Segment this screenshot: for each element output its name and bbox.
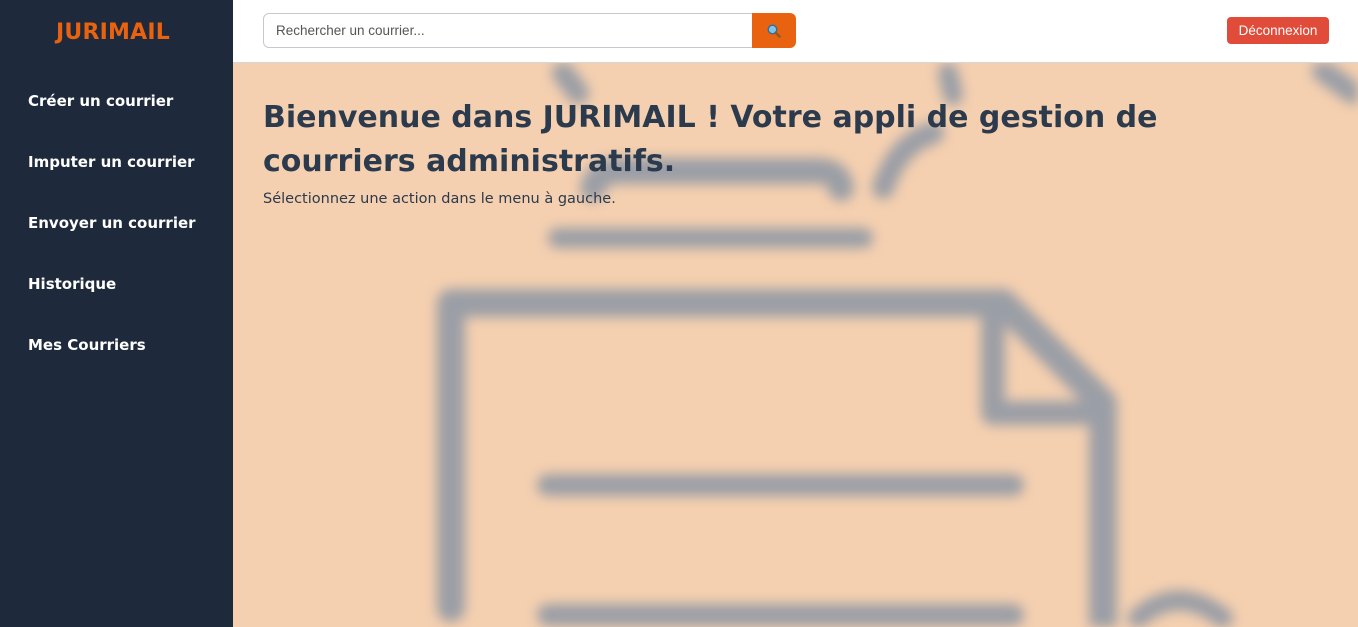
page-subtitle: Sélectionnez une action dans le menu à g…: [263, 191, 616, 207]
sidebar-item-imputer-courrier[interactable]: Imputer un courrier: [0, 144, 233, 205]
brand-logo[interactable]: JURIMAIL: [0, 20, 226, 45]
sidebar-item-mes-courriers[interactable]: Mes Courriers: [0, 327, 233, 388]
logout-button[interactable]: Déconnexion: [1227, 17, 1329, 44]
topbar: Déconnexion: [233, 0, 1358, 63]
search-button[interactable]: [752, 13, 796, 48]
search-bar: [263, 13, 796, 48]
sidebar-item-envoyer-courrier[interactable]: Envoyer un courrier: [0, 205, 233, 266]
app-window: JURIMAIL Créer un courrier Imputer un co…: [0, 0, 1358, 627]
page-title: Bienvenue dans JURIMAIL ! Votre appli de…: [263, 100, 1158, 179]
search-input[interactable]: [263, 13, 753, 48]
sidebar-item-historique[interactable]: Historique: [0, 266, 233, 327]
search-icon: [767, 23, 781, 38]
sidebar-item-creer-courrier[interactable]: Créer un courrier: [0, 83, 233, 144]
main-content: Bienvenue dans JURIMAIL ! Votre appli de…: [233, 63, 1358, 627]
sidebar: JURIMAIL Créer un courrier Imputer un co…: [0, 0, 233, 627]
sidebar-menu: Créer un courrier Imputer un courrier En…: [0, 83, 233, 388]
